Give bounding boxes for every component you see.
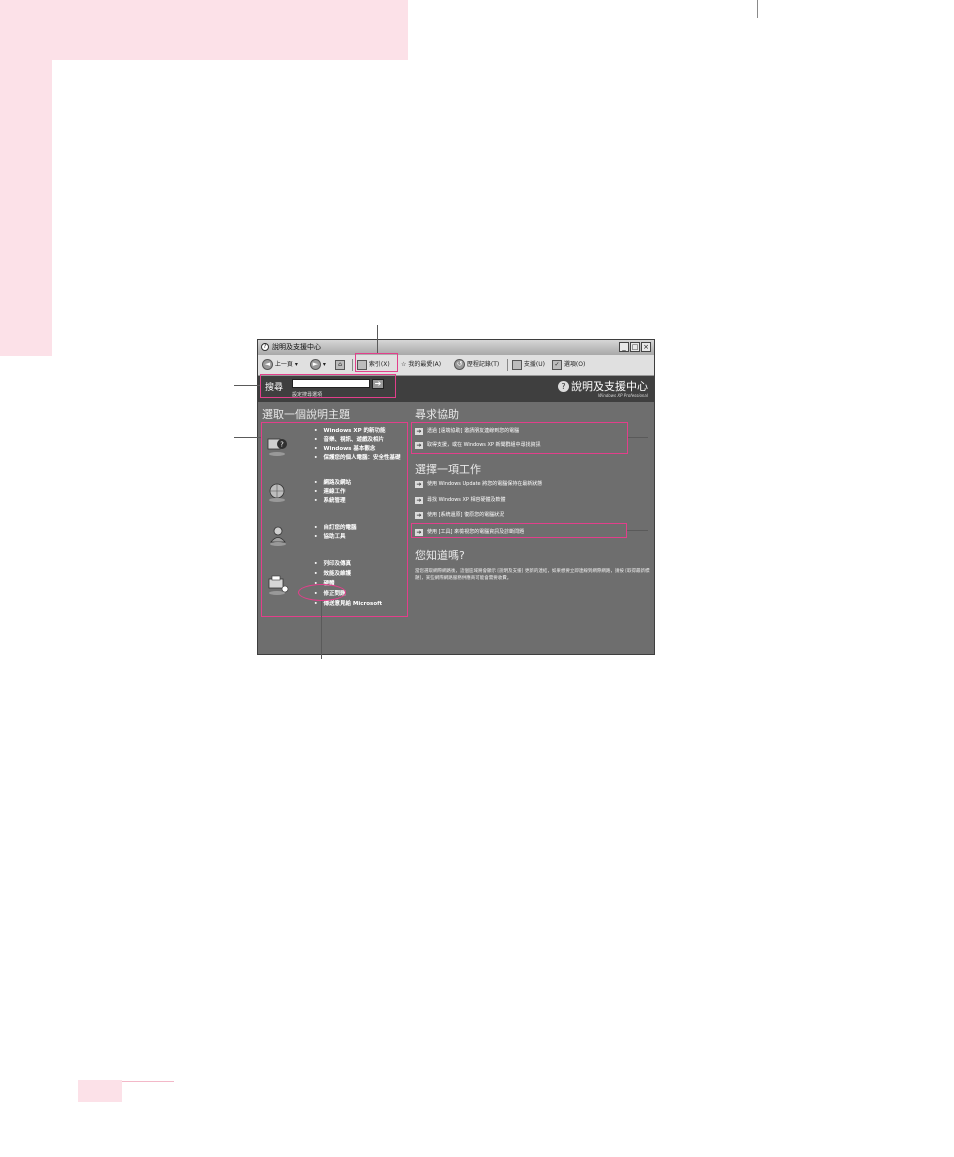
options-button[interactable]: ✓ 選項(O) [552,358,585,372]
back-button[interactable]: ◄ 上一頁 ▾ [262,358,298,372]
callout-fix-problem-ellipse [298,584,346,601]
callout-tools-frame [411,523,627,538]
support-icon [512,359,522,370]
page-number-rule [122,1081,174,1082]
toolbar-separator [352,359,353,371]
arrow-icon: ➔ [415,481,423,488]
page-corner-band [0,0,408,60]
callout-assistance-frame [411,422,628,454]
task-link[interactable]: ➔ 使用 Windows Update 將您的電腦保持在最新狀態 [415,480,542,489]
support-button[interactable]: 支援(U) [512,358,545,372]
tasks-heading: 選擇一項工作 [415,463,481,476]
toolbar-separator [507,359,508,371]
task-link[interactable]: ➔ 尋找 Windows XP 相容硬體及軟體 [415,496,506,505]
history-button[interactable]: ↺ 歷程記錄(T) [454,358,499,372]
page-number-box [78,1080,122,1102]
edition-label: Windows XP Professional [598,393,648,398]
star-icon: ☆ [401,361,407,368]
did-you-know-heading: 您知道嗎? [415,549,465,562]
title-bar: ? 說明及支援中心 _ □ × [258,340,654,355]
page-side-band [0,60,52,356]
arrow-icon: ➔ [415,497,423,504]
help-icon: ? [261,343,269,351]
help-icon: ? [558,381,569,392]
home-button[interactable]: ⌂ [335,358,345,372]
callout-line [234,385,260,386]
gutter-line [757,0,758,18]
minimize-button[interactable]: _ [619,342,629,352]
options-icon: ✓ [552,359,562,370]
callout-line [628,437,648,438]
arrow-icon: ➔ [415,512,423,519]
window-title: 說明及支援中心 [272,343,321,351]
assistance-heading: 尋求協助 [415,408,459,421]
favorites-button[interactable]: ☆ 我的最愛(A) [401,358,441,372]
forward-button[interactable]: ► ▾ [310,358,326,372]
home-icon: ⌂ [335,359,345,370]
topics-heading: 選取一個說明主題 [262,408,350,421]
did-you-know-text: 當您選取網際網路後，這個區域將會顯示 [說明及支援] 更新的連結，如果想要立即連… [415,569,650,581]
callout-line [321,601,322,659]
callout-line [234,437,261,438]
task-link[interactable]: ➔ 使用 [系統還原] 復原您的電腦狀況 [415,511,504,520]
callout-index-frame [355,353,398,372]
callout-line [627,530,648,531]
callout-search-frame [260,374,396,398]
close-button[interactable]: × [641,342,651,352]
forward-arrow-icon: ► [310,359,321,370]
brand-title: ? 說明及支援中心 [558,378,648,394]
back-arrow-icon: ◄ [262,359,273,370]
callout-line [377,325,378,353]
maximize-button[interactable]: □ [630,342,640,352]
clock-icon: ↺ [454,359,465,370]
toolbar: ◄ 上一頁 ▾ ► ▾ ⌂ 索引(X) ☆ 我的最愛(A) ↺ 歷程記錄(T) … [258,355,654,376]
